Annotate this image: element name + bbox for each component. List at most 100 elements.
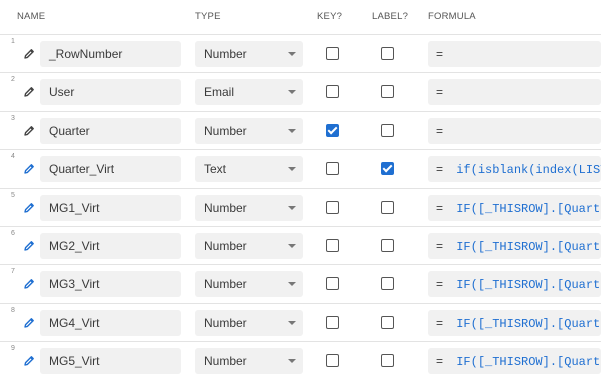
row-number: 2	[11, 76, 15, 84]
key-checkbox[interactable]	[326, 85, 339, 99]
formula-field[interactable]: = IF([_THISROW].[Quarte	[428, 271, 601, 298]
row-number: 5	[11, 191, 15, 199]
key-checkbox[interactable]	[326, 47, 339, 60]
header-type: TYPE	[195, 11, 221, 22]
label-checkbox[interactable]	[381, 239, 394, 252]
header-label: LABEL?	[372, 11, 409, 22]
label-checkbox[interactable]	[381, 200, 394, 214]
formula-field[interactable]: =	[428, 41, 601, 67]
formula-field[interactable]: = IF([_THISROW].[Quarte	[428, 348, 601, 375]
column-name-input[interactable]: User	[40, 79, 181, 106]
table-row: 5 MG1_Virt Number = IF([_THISROW].[Quart…	[0, 187, 601, 227]
pencil-icon[interactable]	[23, 163, 35, 175]
chevron-down-icon	[288, 205, 296, 210]
formula-field[interactable]: =	[428, 117, 601, 144]
label-checkbox[interactable]	[381, 85, 394, 99]
pencil-icon[interactable]	[23, 48, 35, 60]
row-number: 7	[11, 268, 15, 276]
label-checkbox[interactable]	[381, 315, 394, 329]
column-name-input[interactable]: _RowNumber	[40, 41, 181, 67]
row-number: 9	[11, 345, 15, 353]
formula-equals: =	[436, 315, 444, 330]
chevron-down-icon	[288, 244, 296, 248]
key-checkbox[interactable]	[326, 200, 339, 214]
columns-table: NAME TYPE KEY? LABEL? FORMULA 1 _RowNumb…	[0, 0, 601, 382]
pencil-icon[interactable]	[23, 278, 35, 290]
column-type-value: Text	[204, 162, 227, 177]
formula-text: IF([_THISROW].[Quarte	[456, 240, 601, 254]
pencil-icon[interactable]	[23, 240, 35, 252]
table-row: 2 User Email =	[0, 72, 601, 111]
formula-field[interactable]: = if(isblank(index(LIST	[428, 156, 601, 183]
pencil-icon[interactable]	[23, 86, 35, 98]
row-number: 1	[11, 38, 15, 45]
formula-text: if(isblank(index(LIST	[456, 163, 601, 178]
chevron-down-icon	[288, 167, 296, 172]
chevron-down-icon	[288, 52, 296, 56]
column-type-value: Number	[204, 123, 247, 138]
formula-equals: =	[436, 277, 444, 292]
chevron-down-icon	[288, 320, 296, 325]
column-name-input[interactable]: Quarter_Virt	[40, 156, 181, 183]
header-key: KEY?	[317, 11, 343, 22]
label-checkbox[interactable]	[381, 354, 394, 368]
column-type-select[interactable]: Number	[195, 194, 303, 221]
key-checkbox[interactable]	[326, 123, 339, 137]
formula-equals: =	[436, 85, 444, 100]
column-type-select[interactable]: Number	[195, 271, 303, 298]
table-row: 4 Quarter_Virt Text = if(isblank(index(L…	[0, 149, 601, 188]
column-type-value: Number	[204, 315, 247, 330]
table-row: 3 Quarter Number =	[0, 110, 601, 150]
key-checkbox[interactable]	[326, 277, 339, 291]
key-checkbox[interactable]	[326, 162, 339, 176]
column-type-value: Number	[204, 47, 247, 61]
pencil-icon[interactable]	[23, 125, 35, 137]
formula-equals: =	[436, 123, 444, 138]
key-checkbox[interactable]	[326, 354, 339, 368]
formula-field[interactable]: = IF([_THISROW].[Quarte	[428, 194, 601, 221]
pencil-icon[interactable]	[23, 202, 35, 214]
formula-text: IF([_THISROW].[Quarte	[456, 355, 601, 370]
column-type-select[interactable]: Number	[195, 233, 303, 259]
label-checkbox[interactable]	[381, 123, 394, 137]
column-type-value: Number	[204, 239, 247, 253]
chevron-down-icon	[288, 359, 296, 364]
label-checkbox[interactable]	[381, 47, 394, 60]
column-type-select[interactable]: Number	[195, 117, 303, 144]
column-type-value: Number	[204, 277, 247, 292]
key-checkbox[interactable]	[326, 315, 339, 329]
label-checkbox[interactable]	[381, 162, 394, 176]
column-type-select[interactable]: Number	[195, 41, 303, 67]
header-name: NAME	[17, 11, 46, 22]
column-type-select[interactable]: Text	[195, 156, 303, 183]
formula-field[interactable]: =	[428, 79, 601, 106]
formula-field[interactable]: = IF([_THISROW].[Quarte	[428, 233, 601, 259]
formula-equals: =	[436, 162, 444, 177]
pencil-icon[interactable]	[23, 317, 35, 329]
table-header: NAME TYPE KEY? LABEL? FORMULA	[0, 0, 601, 32]
column-name-input[interactable]: MG3_Virt	[40, 271, 181, 298]
column-type-value: Number	[204, 354, 247, 369]
column-name-input[interactable]: MG2_Virt	[40, 233, 181, 259]
formula-equals: =	[436, 47, 444, 61]
table-row: 1 _RowNumber Number =	[0, 34, 601, 73]
pencil-icon[interactable]	[23, 355, 35, 367]
row-number: 6	[11, 230, 15, 237]
column-type-select[interactable]: Number	[195, 309, 303, 336]
chevron-down-icon	[288, 90, 296, 95]
label-checkbox[interactable]	[381, 277, 394, 291]
column-name-input[interactable]: MG4_Virt	[40, 309, 181, 336]
column-type-value: Email	[204, 85, 235, 100]
column-type-select[interactable]: Number	[195, 348, 303, 375]
column-name-input[interactable]: MG1_Virt	[40, 194, 181, 221]
formula-field[interactable]: = IF([_THISROW].[Quarte	[428, 309, 601, 336]
formula-equals: =	[436, 354, 444, 369]
column-name-input[interactable]: Quarter	[40, 117, 181, 144]
column-name-input[interactable]: MG5_Virt	[40, 348, 181, 375]
formula-text: IF([_THISROW].[Quarte	[456, 201, 601, 216]
table-row: 9 MG5_Virt Number = IF([_THISROW].[Quart…	[0, 341, 601, 380]
key-checkbox[interactable]	[326, 239, 339, 252]
column-type-value: Number	[204, 200, 247, 215]
formula-equals: =	[436, 239, 444, 253]
column-type-select[interactable]: Email	[195, 79, 303, 106]
